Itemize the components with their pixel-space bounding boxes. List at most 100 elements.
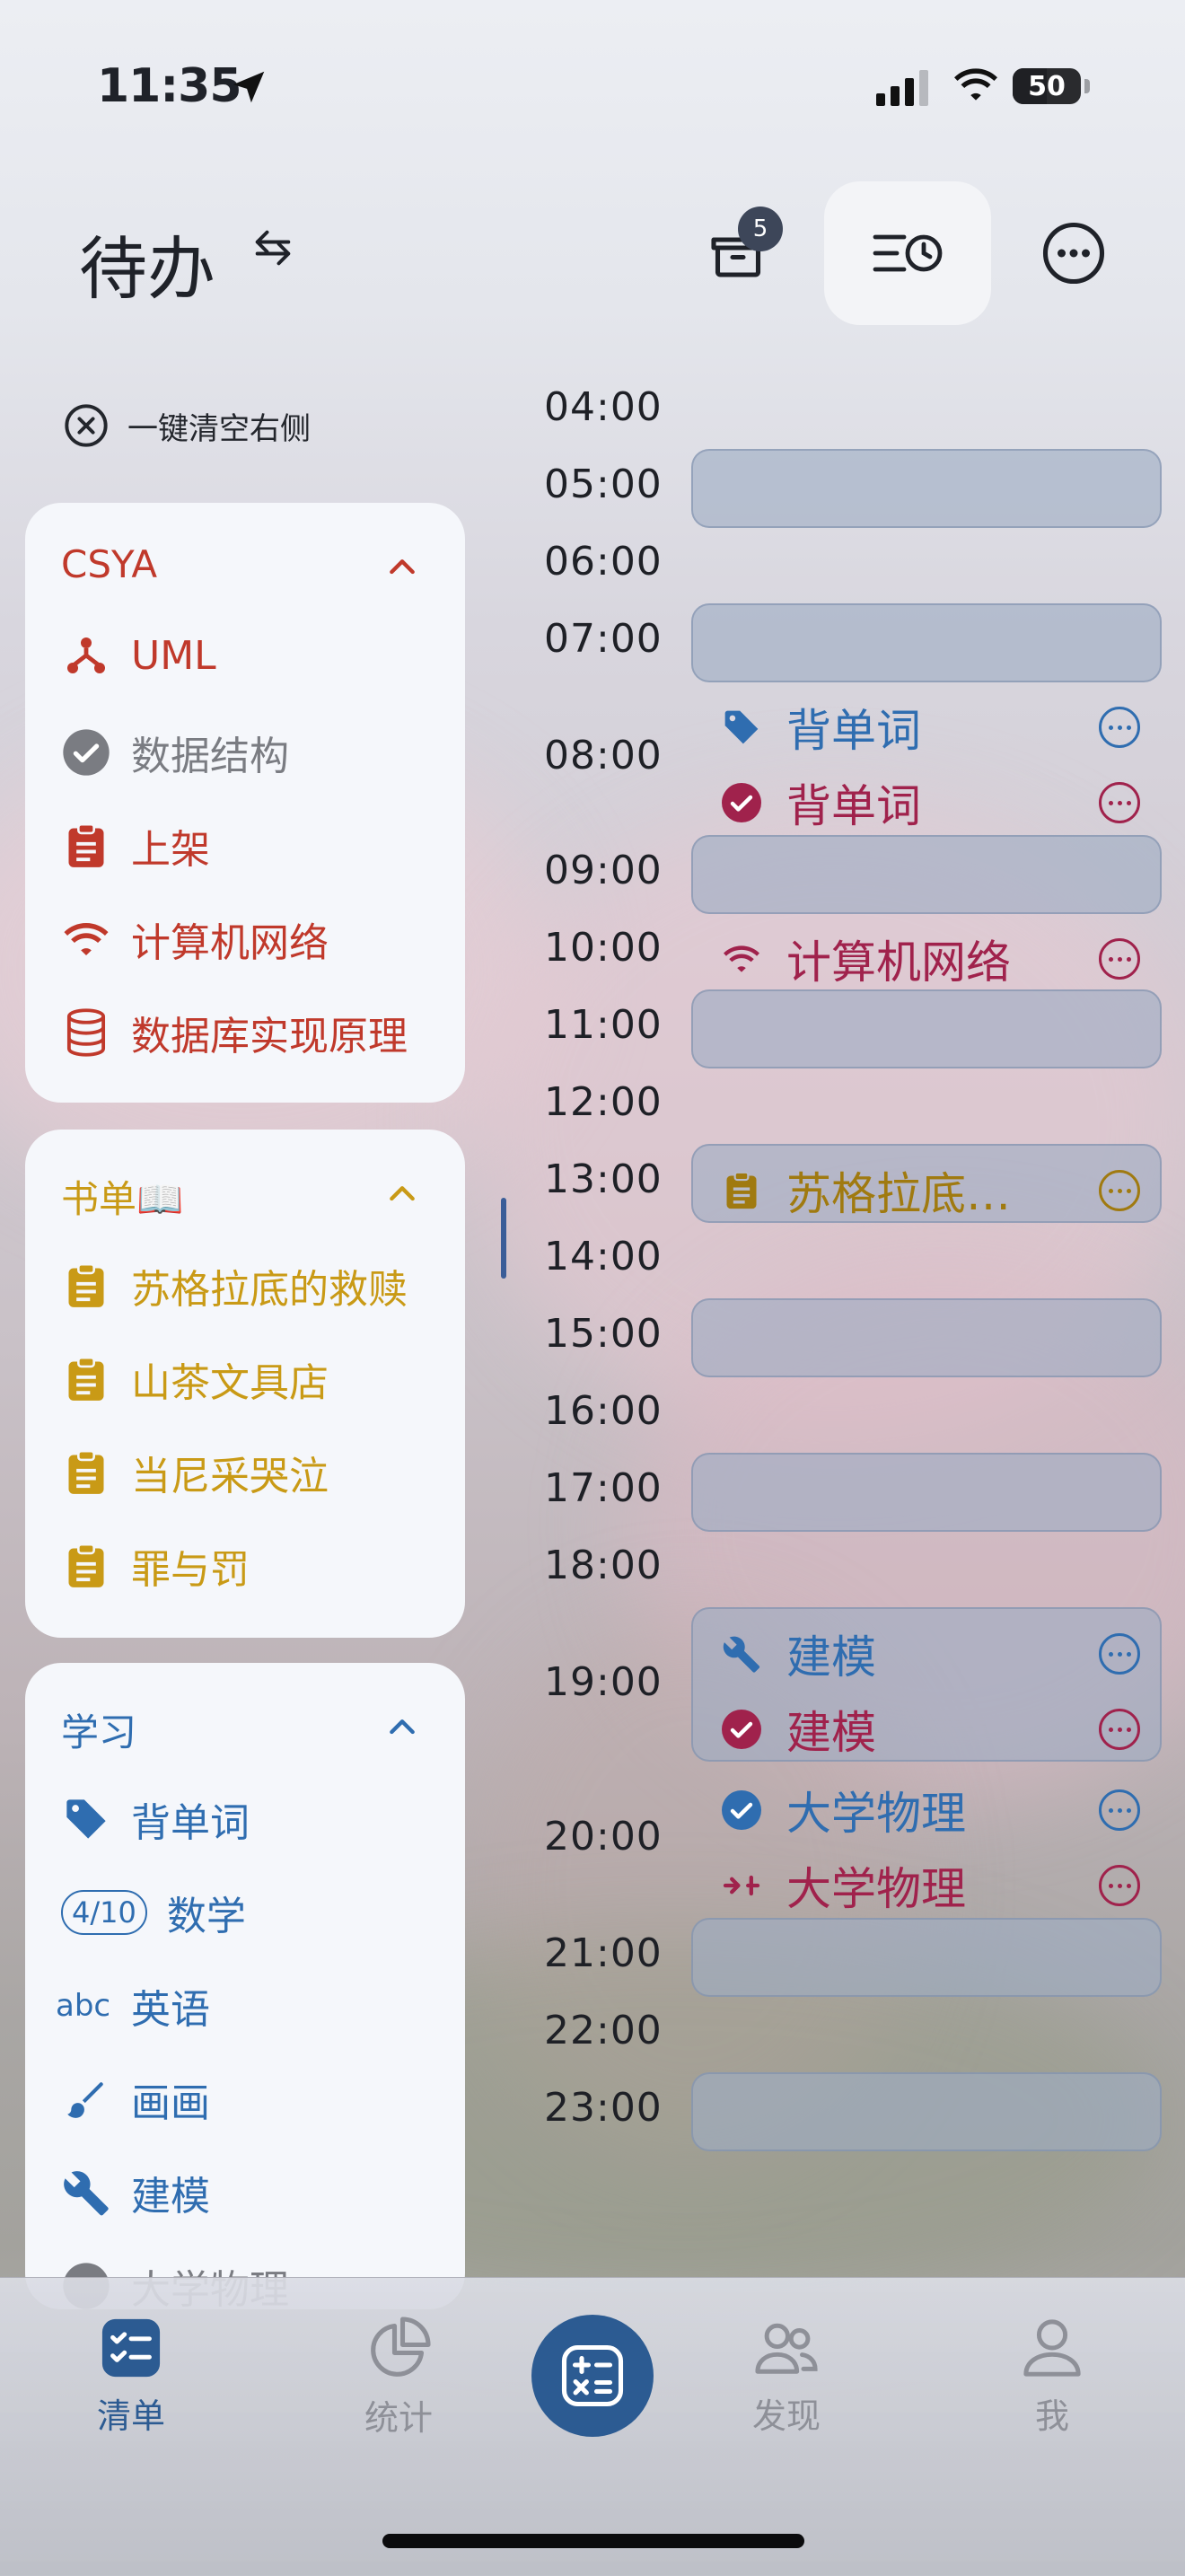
hour-label: 21:00	[544, 1930, 663, 1976]
hour-label: 15:00	[544, 1311, 663, 1357]
empty-time-slot[interactable]	[691, 2072, 1162, 2151]
event-more-icon[interactable]	[1099, 938, 1140, 980]
pie-chart-icon	[371, 2317, 431, 2377]
timeline-event[interactable]: 建模	[718, 1622, 1140, 1686]
hour-label: 05:00	[544, 462, 663, 507]
hour-label: 18:00	[544, 1543, 663, 1588]
hour-label: 11:00	[544, 1002, 663, 1048]
list-item-shelf[interactable]: 上架	[61, 817, 210, 875]
wifi-icon	[61, 914, 111, 964]
hour-label: 13:00	[544, 1156, 663, 1202]
check-circle-icon	[61, 727, 111, 778]
tab-label: 我	[1034, 2396, 1069, 2436]
empty-time-slot[interactable]	[691, 603, 1162, 682]
timeline-event[interactable]: 大学物理	[718, 1778, 1140, 1842]
timeline-event[interactable]: 大学物理	[718, 1853, 1140, 1918]
battery-indicator: 50	[1013, 68, 1081, 104]
database-icon	[61, 1007, 111, 1058]
hour-label: 08:00	[544, 733, 663, 778]
chevron-up-icon[interactable]	[384, 1176, 420, 1212]
wifi-status-icon	[954, 68, 997, 101]
empty-time-slot[interactable]	[691, 835, 1162, 914]
clear-right-button[interactable]: 一键清空右侧	[63, 402, 311, 449]
tab-label: 统计	[364, 2398, 433, 2438]
scroll-indicator[interactable]	[501, 1198, 506, 1279]
hour-label: 23:00	[544, 2085, 663, 2131]
empty-time-slot[interactable]	[691, 1918, 1162, 1997]
group-title: 学习	[61, 1710, 137, 1754]
list-item-label: 画画	[131, 2080, 210, 2126]
list-item-vocab[interactable]: 背单词	[61, 1790, 250, 1848]
hour-label: 14:00	[544, 1234, 663, 1279]
hour-label: 16:00	[544, 1388, 663, 1434]
empty-time-slot[interactable]	[691, 989, 1162, 1068]
hour-label: 06:00	[544, 539, 663, 585]
hour-label: 04:00	[544, 384, 663, 430]
hour-label: 07:00	[544, 616, 663, 662]
tab-statistics[interactable]: 统计	[318, 2317, 479, 2440]
timeline-event[interactable]: 苏格拉底…	[718, 1158, 1140, 1223]
event-more-icon[interactable]	[1099, 1789, 1140, 1831]
clipboard-icon	[61, 1541, 111, 1591]
more-options-icon[interactable]	[1041, 221, 1106, 286]
timeline-event[interactable]: 计算机网络	[718, 927, 1140, 991]
abc-icon: abc	[56, 1988, 111, 2024]
timeline-event[interactable]: 建模	[718, 1697, 1140, 1762]
group-title: 书单📖	[61, 1177, 184, 1221]
list-item-label: 数学	[166, 1894, 246, 1939]
group-card-csya: CSYA UML 数据结构 上架 计算机网络 数据库实现原理	[25, 503, 465, 1103]
home-indicator[interactable]	[382, 2534, 804, 2548]
empty-time-slot[interactable]	[691, 1453, 1162, 1532]
list-item-label: 上架	[131, 827, 210, 873]
list-item-label: 数据库实现原理	[131, 1014, 408, 1059]
list-item-modeling[interactable]: 建模	[61, 2164, 210, 2221]
event-more-icon[interactable]	[1099, 1865, 1140, 1906]
list-item-book[interactable]: 罪与罚	[61, 1537, 250, 1595]
list-item-book[interactable]: 当尼采哭泣	[61, 1444, 329, 1501]
chevron-up-icon[interactable]	[384, 549, 420, 585]
list-item-drawing[interactable]: 画画	[61, 2070, 210, 2128]
hierarchy-icon	[61, 630, 111, 681]
list-item-database[interactable]: 数据库实现原理	[61, 1004, 408, 1061]
battery-nub	[1084, 79, 1090, 93]
calculator-icon	[561, 2344, 624, 2407]
tab-me[interactable]: 我	[971, 2317, 1133, 2438]
calculator-button[interactable]	[531, 2315, 654, 2437]
timeline-event[interactable]: 背单词	[718, 695, 1140, 760]
tab-list[interactable]: 清单	[50, 2317, 212, 2438]
event-more-icon[interactable]	[1099, 707, 1140, 748]
list-item-uml[interactable]: UML	[61, 630, 216, 681]
event-more-icon[interactable]	[1099, 1709, 1140, 1750]
list-item-book[interactable]: 苏格拉底的救赎	[61, 1257, 408, 1314]
page-title: 待办	[79, 229, 215, 309]
checklist-icon	[101, 2318, 161, 2378]
group-card-booklist: 书单📖 苏格拉底的救赎 山茶文具店 当尼采哭泣 罪与罚	[25, 1130, 465, 1638]
list-item-network[interactable]: 计算机网络	[61, 910, 329, 968]
list-item-math[interactable]: 4/10 数学	[61, 1884, 246, 1941]
wrench-icon	[718, 1631, 765, 1677]
list-item-label: 当尼采哭泣	[131, 1454, 329, 1499]
list-item-english[interactable]: abc 英语	[56, 1977, 210, 2035]
chevron-up-icon[interactable]	[384, 1710, 420, 1745]
swap-arrows-icon[interactable]	[250, 224, 296, 271]
list-item-label: 计算机网络	[131, 920, 329, 966]
hour-label: 19:00	[544, 1659, 663, 1705]
tab-discover[interactable]: 发现	[706, 2317, 867, 2438]
list-item-data-structure[interactable]: 数据结构	[61, 724, 289, 781]
empty-time-slot[interactable]	[691, 1298, 1162, 1377]
clipboard-icon	[718, 1167, 765, 1214]
event-label: 背单词	[786, 705, 921, 757]
list-item-label: 数据结构	[131, 734, 289, 779]
merge-icon	[718, 1862, 765, 1909]
timeline-view-button[interactable]	[824, 181, 991, 325]
event-more-icon[interactable]	[1099, 782, 1140, 823]
close-circle-icon	[65, 404, 108, 447]
list-item-book[interactable]: 山茶文具店	[61, 1350, 329, 1408]
event-more-icon[interactable]	[1099, 1633, 1140, 1675]
check-circle-icon	[718, 1787, 765, 1833]
empty-time-slot[interactable]	[691, 449, 1162, 528]
cellular-signal-icon	[876, 70, 928, 106]
timeline-event[interactable]: 背单词	[718, 770, 1140, 835]
event-label: 计算机网络	[786, 936, 1011, 989]
event-more-icon[interactable]	[1099, 1170, 1140, 1211]
